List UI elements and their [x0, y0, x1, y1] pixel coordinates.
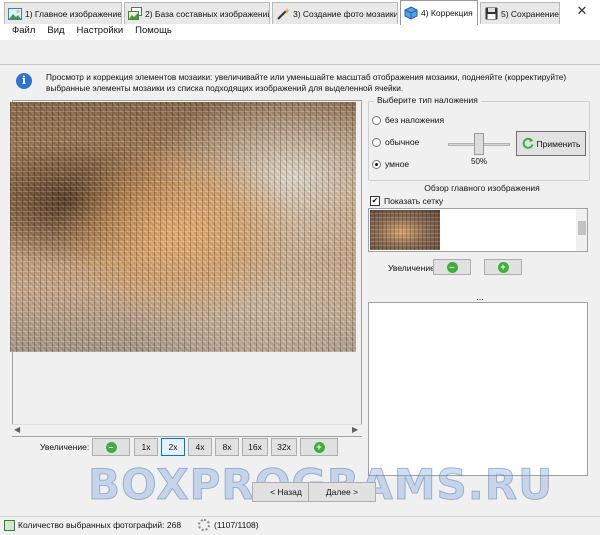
zoom-in-button[interactable]: + [300, 438, 338, 456]
tab-label: 1) Главное изображение [25, 8, 122, 19]
zoom-out-icon: – [446, 261, 458, 273]
radio-normal-overlay-label[interactable]: обычное [385, 137, 419, 147]
tab-save[interactable]: 5) Сохранение [480, 2, 560, 24]
mosaic-tile-grid[interactable] [10, 102, 356, 352]
menu-help[interactable]: Помощь [129, 22, 178, 40]
zoom-out-button[interactable]: – [92, 438, 130, 456]
zoom-label: Увеличение: [40, 442, 90, 452]
overview-zoom-label: Увеличение [388, 263, 435, 273]
menu-settings[interactable]: Настройки [71, 22, 130, 40]
radio-smart-overlay-label[interactable]: умное [385, 159, 409, 169]
tab-label: 4) Коррекция [421, 8, 473, 18]
zoom-in-icon: + [497, 261, 509, 273]
menu-bar: Файл Вид Настройки Помощь [0, 22, 600, 40]
image-icon [8, 7, 22, 21]
zoom-16x-button[interactable]: 16x [242, 438, 268, 456]
overview-title: Обзор главного изображения [424, 183, 540, 193]
apply-label: Применить [536, 138, 581, 149]
info-icon: i [16, 73, 32, 89]
tab-label: 3) Создание фото мозаики [293, 8, 398, 19]
selected-photos-count: Количество выбранных фотографий: 268 [18, 520, 182, 530]
radio-no-overlay[interactable] [372, 116, 381, 125]
menu-view[interactable]: Вид [41, 22, 70, 40]
radio-no-overlay-label[interactable]: без наложения [385, 115, 444, 125]
overview-zoom-out-button[interactable]: – [433, 259, 471, 275]
loading-spinner-icon [198, 519, 210, 531]
overview-scroll-thumb[interactable] [578, 221, 586, 235]
mosaic-horizontal-scrollbar[interactable] [12, 424, 362, 436]
photos-icon [4, 520, 15, 531]
overview-thumbnail-grid [370, 210, 440, 250]
tab-label: 2) База составных изображений [145, 8, 270, 19]
zoom-4x-button[interactable]: 4x [188, 438, 212, 456]
zoom-in-icon: + [313, 442, 325, 454]
overview-zoom-in-button[interactable]: + [484, 259, 522, 275]
candidate-images-list[interactable] [368, 302, 588, 476]
close-button[interactable]: ✕ [566, 0, 598, 22]
next-button[interactable]: Далее > [308, 482, 376, 502]
tab-correction[interactable]: 4) Коррекция [400, 0, 478, 25]
radio-smart-overlay[interactable] [372, 160, 381, 169]
progress-counter: (1107/1108) [214, 520, 259, 530]
candidates-ellipsis: ... [476, 292, 484, 302]
apply-refresh-icon [522, 137, 534, 151]
zoom-1x-button[interactable]: 1x [134, 438, 158, 456]
image-stack-icon [128, 7, 142, 21]
menu-file[interactable]: Файл [6, 22, 41, 40]
zoom-2x-button[interactable]: 2x [161, 438, 185, 456]
scroll-left-icon[interactable]: ◀ [14, 426, 22, 434]
overlay-group-title: Выберите тип наложения [374, 95, 481, 105]
tab-component-base[interactable]: 2) База составных изображений [124, 2, 270, 24]
zoom-32x-button[interactable]: 32x [271, 438, 297, 456]
show-grid-checkbox[interactable]: ✔ [370, 196, 380, 206]
info-text: Просмотр и коррекция элементов мозаики: … [46, 72, 567, 93]
radio-normal-overlay[interactable] [372, 138, 381, 147]
magic-wand-icon [276, 7, 290, 21]
zoom-8x-button[interactable]: 8x [215, 438, 239, 456]
show-grid-label[interactable]: Показать сетку [384, 196, 443, 206]
tab-create-mosaic[interactable]: 3) Создание фото мозаики [272, 2, 398, 24]
overlay-strength-slider-thumb[interactable] [474, 133, 484, 155]
apply-button[interactable]: Применить [516, 131, 586, 156]
scroll-right-icon[interactable]: ▶ [352, 426, 360, 434]
tab-main-image[interactable]: 1) Главное изображение [4, 2, 122, 24]
cube-icon [404, 6, 418, 20]
overlay-strength-value: 50% [471, 157, 488, 166]
tab-label: 5) Сохранение [501, 8, 559, 19]
floppy-disk-icon [484, 7, 498, 21]
tab-strip [0, 40, 600, 65]
zoom-out-icon: – [105, 442, 117, 454]
